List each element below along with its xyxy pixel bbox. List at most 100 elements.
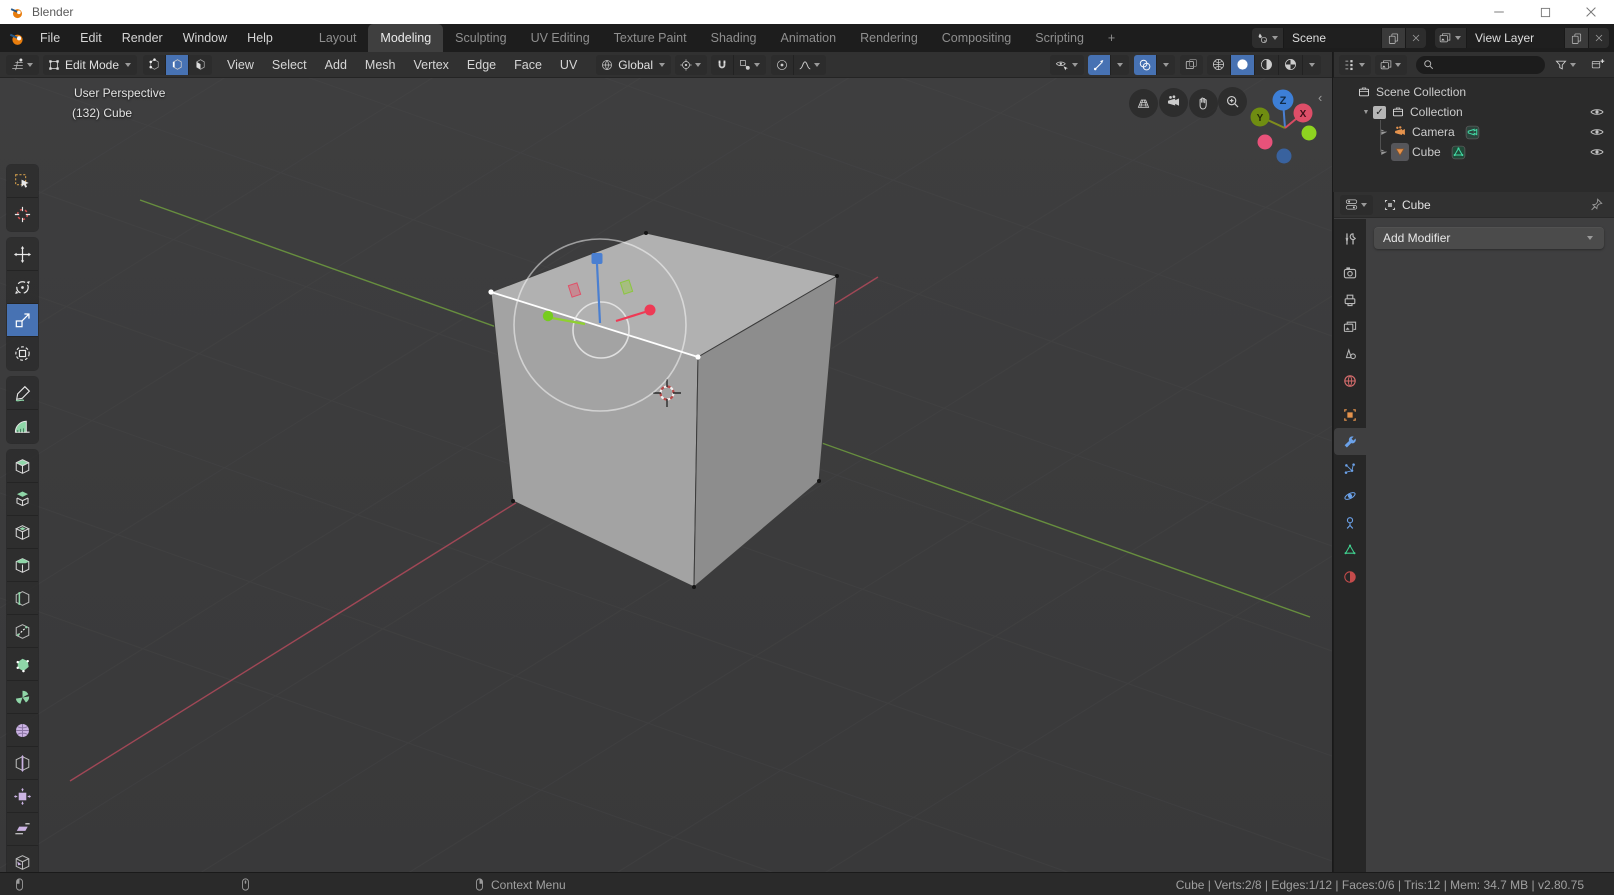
proportional-edit-toggle[interactable] bbox=[771, 55, 794, 75]
xray-toggle[interactable] bbox=[1180, 55, 1203, 75]
shading-material-button[interactable] bbox=[1255, 55, 1279, 75]
tool-scale[interactable] bbox=[7, 304, 38, 337]
toggle-perspective-button[interactable] bbox=[1129, 89, 1158, 118]
tool-add-cube[interactable] bbox=[7, 450, 38, 483]
workspace-tab-compositing[interactable]: Compositing bbox=[930, 24, 1023, 52]
new-scene-button[interactable] bbox=[1382, 28, 1406, 48]
tool-move[interactable] bbox=[7, 238, 38, 271]
eye-icon[interactable] bbox=[1589, 104, 1605, 120]
sidebar-collapse-arrow[interactable]: ‹ bbox=[1318, 90, 1322, 105]
tool-smooth[interactable] bbox=[7, 714, 38, 747]
minimize-button[interactable] bbox=[1476, 0, 1522, 24]
navigation-gizmo[interactable]: Z Y X bbox=[1251, 90, 1317, 164]
menu-window[interactable]: Window bbox=[173, 24, 237, 52]
properties-tab-physics[interactable] bbox=[1334, 482, 1366, 509]
show-gizmos-toggle[interactable] bbox=[1088, 55, 1111, 75]
properties-tab-constraints[interactable] bbox=[1334, 509, 1366, 536]
properties-tab-object[interactable] bbox=[1334, 401, 1366, 428]
menu-help[interactable]: Help bbox=[237, 24, 283, 52]
viewport-menu-uv[interactable]: UV bbox=[551, 52, 586, 78]
eye-icon[interactable] bbox=[1589, 144, 1605, 160]
unlink-scene-button[interactable] bbox=[1406, 28, 1426, 48]
editor-divider[interactable] bbox=[1332, 52, 1333, 872]
workspace-tab-texture-paint[interactable]: Texture Paint bbox=[602, 24, 699, 52]
outliner-display-mode-dropdown[interactable] bbox=[1339, 55, 1371, 75]
outliner-filter-dropdown[interactable] bbox=[1550, 55, 1582, 75]
viewport-menu-vertex[interactable]: Vertex bbox=[404, 52, 457, 78]
close-button[interactable] bbox=[1568, 0, 1614, 24]
pivot-point-dropdown[interactable] bbox=[675, 55, 707, 75]
workspace-tab-sculpting[interactable]: Sculpting bbox=[443, 24, 518, 52]
disclosure-down-icon[interactable]: ▼ bbox=[1359, 109, 1373, 116]
new-collection-button[interactable] bbox=[1586, 55, 1609, 75]
workspace-tab-animation[interactable]: Animation bbox=[769, 24, 849, 52]
view-layer-name-field[interactable]: View Layer bbox=[1467, 28, 1565, 48]
outliner-row-cube[interactable]: ▶Cube bbox=[1333, 142, 1614, 162]
maximize-button[interactable] bbox=[1522, 0, 1568, 24]
viewport-menu-add[interactable]: Add bbox=[316, 52, 356, 78]
properties-tab-modifiers[interactable] bbox=[1334, 428, 1366, 455]
remove-view-layer-button[interactable] bbox=[1589, 28, 1609, 48]
tool-inset-faces[interactable] bbox=[7, 516, 38, 549]
tool-knife[interactable] bbox=[7, 615, 38, 648]
outliner-search-input[interactable] bbox=[1416, 56, 1545, 74]
eye-icon[interactable] bbox=[1589, 124, 1605, 140]
tool-rotate[interactable] bbox=[7, 271, 38, 304]
tool-measure[interactable] bbox=[7, 410, 38, 443]
viewport-menu-mesh[interactable]: Mesh bbox=[356, 52, 405, 78]
workspace-tab-layout[interactable]: Layout bbox=[307, 24, 369, 52]
select-mode-face-button[interactable] bbox=[189, 55, 212, 75]
workspace-tab-rendering[interactable]: Rendering bbox=[848, 24, 930, 52]
viewport-menu-face[interactable]: Face bbox=[505, 52, 551, 78]
tool-annotate[interactable] bbox=[7, 377, 38, 410]
tool-bevel[interactable] bbox=[7, 549, 38, 582]
shading-solid-button[interactable] bbox=[1231, 55, 1255, 75]
object-visibility-dropdown[interactable] bbox=[1050, 55, 1084, 75]
workspace-tab-uv-editing[interactable]: UV Editing bbox=[519, 24, 602, 52]
tool-cursor[interactable] bbox=[7, 198, 38, 231]
cube-mesh[interactable] bbox=[488, 231, 839, 589]
shading-wireframe-button[interactable] bbox=[1207, 55, 1231, 75]
view-layer-browse-button[interactable] bbox=[1435, 28, 1467, 48]
tool-spin[interactable] bbox=[7, 681, 38, 714]
add-modifier-dropdown[interactable]: Add Modifier bbox=[1374, 227, 1604, 249]
select-mode-edge-button[interactable] bbox=[166, 55, 189, 75]
properties-tab-world[interactable] bbox=[1334, 367, 1366, 394]
viewport-menu-edge[interactable]: Edge bbox=[458, 52, 505, 78]
scene-name-field[interactable]: Scene bbox=[1284, 28, 1382, 48]
add-workspace-button[interactable]: + bbox=[1096, 24, 1127, 52]
tool-edge-slide[interactable] bbox=[7, 747, 38, 780]
outliner-row-collection[interactable]: ▼✓Collection bbox=[1333, 102, 1614, 122]
proportional-falloff-dropdown[interactable] bbox=[794, 55, 826, 75]
transform-orientation-dropdown[interactable]: Global bbox=[596, 55, 671, 75]
overlays-dropdown[interactable] bbox=[1157, 55, 1175, 75]
workspace-tab-shading[interactable]: Shading bbox=[699, 24, 769, 52]
mode-dropdown[interactable]: Edit Mode bbox=[43, 55, 137, 75]
pin-icon[interactable] bbox=[1589, 197, 1604, 212]
tool-poly-build[interactable] bbox=[7, 648, 38, 681]
properties-tab-material[interactable] bbox=[1334, 563, 1366, 590]
properties-tab-render[interactable] bbox=[1334, 259, 1366, 286]
show-overlays-toggle[interactable] bbox=[1134, 55, 1157, 75]
snap-toggle-button[interactable] bbox=[711, 55, 734, 75]
tool-select-box[interactable] bbox=[7, 165, 38, 198]
new-view-layer-button[interactable] bbox=[1565, 28, 1589, 48]
workspace-tab-modeling[interactable]: Modeling bbox=[368, 24, 443, 52]
pan-view-button[interactable] bbox=[1189, 89, 1218, 118]
tool-transform[interactable] bbox=[7, 337, 38, 370]
outliner-row-scene-collection[interactable]: Scene Collection bbox=[1333, 82, 1614, 102]
viewport-menu-select[interactable]: Select bbox=[263, 52, 316, 78]
viewport-3d[interactable]: Z Y X User Perspective (132) Cube ‹ bbox=[0, 78, 1332, 872]
editor-type-button[interactable] bbox=[6, 55, 39, 75]
outliner-row-camera[interactable]: ▶Camera bbox=[1333, 122, 1614, 142]
snap-target-dropdown[interactable] bbox=[734, 55, 766, 75]
properties-editor-type-button[interactable] bbox=[1340, 195, 1373, 215]
properties-tab-view-layer[interactable] bbox=[1334, 313, 1366, 340]
tool-rip-region[interactable] bbox=[7, 846, 38, 872]
blender-menu-icon[interactable] bbox=[9, 30, 26, 47]
properties-tab-scene[interactable] bbox=[1334, 340, 1366, 367]
tool-extrude-region[interactable] bbox=[7, 483, 38, 516]
properties-tab-particles[interactable] bbox=[1334, 455, 1366, 482]
shading-dropdown[interactable] bbox=[1303, 55, 1321, 75]
properties-tab-object-data[interactable] bbox=[1334, 536, 1366, 563]
